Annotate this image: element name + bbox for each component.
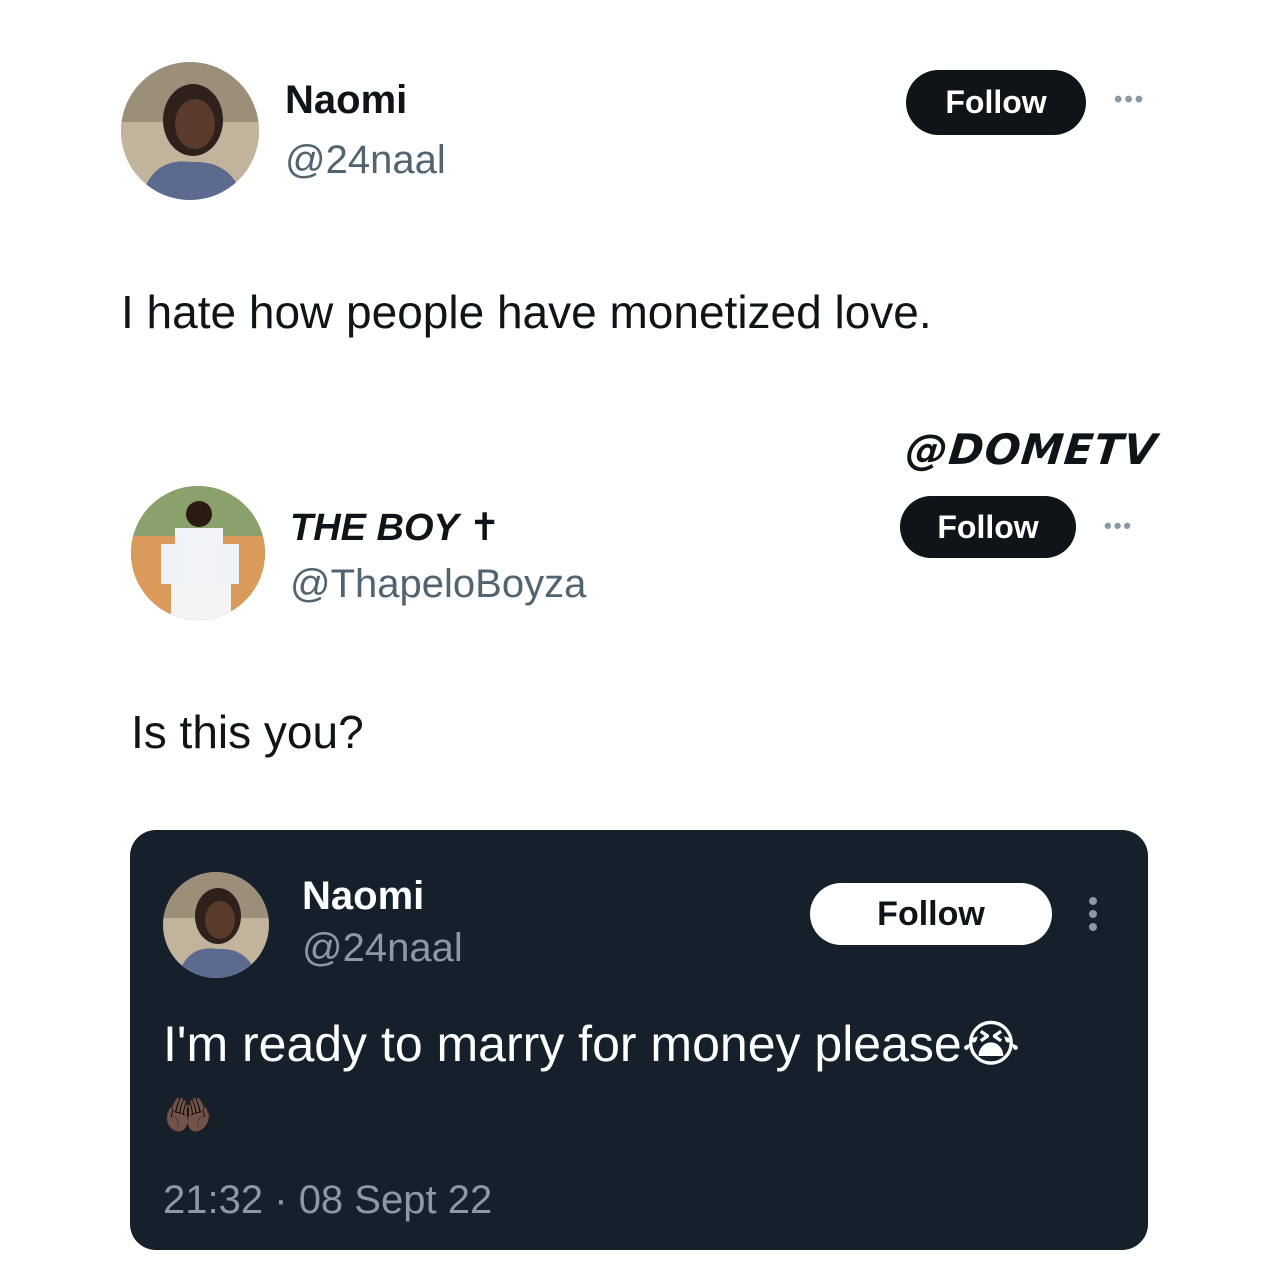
quoted-tweet-text: I'm ready to marry for money please😭 🤲🏿	[163, 1010, 1123, 1150]
quoted-author-handle[interactable]: @24naal	[302, 926, 463, 971]
quoted-timestamp[interactable]: 21:32 · 08 Sept 22	[163, 1178, 492, 1223]
quoted-text-body: I'm ready to marry for money please	[163, 1016, 962, 1072]
palms-up-emoji: 🤲🏿	[163, 1094, 213, 1138]
quoted-date: 08 Sept 22	[298, 1178, 493, 1222]
more-vertical-icon[interactable]	[1088, 896, 1098, 936]
avatar-photo	[163, 872, 269, 978]
quoted-author-name[interactable]: Naomi	[302, 874, 424, 919]
timestamp-separator: ·	[274, 1178, 288, 1222]
watermark-logo: @DOMETV	[903, 425, 1160, 474]
avatar-naomi[interactable]	[121, 62, 259, 200]
tweet1-text: I hate how people have monetized love.	[121, 286, 932, 338]
more-horizontal-icon[interactable]: •••	[1104, 513, 1133, 539]
more-horizontal-icon[interactable]: •••	[1114, 86, 1145, 114]
tweet2-author-handle[interactable]: @ThapeloBoyza	[290, 562, 586, 607]
tweet1-follow-button[interactable]: Follow	[906, 70, 1086, 135]
tweet2-author-name-text: THE BOY	[290, 507, 459, 549]
tweet2-author-name[interactable]: THE BOY ✝	[290, 505, 501, 550]
tweet1-author-handle[interactable]: @24naal	[285, 138, 446, 183]
quoted-tweet-card[interactable]: Naomi @24naal Follow I'm ready to marry …	[130, 830, 1148, 1250]
quoted-follow-button[interactable]: Follow	[810, 883, 1052, 945]
crying-face-emoji: 😭	[961, 1016, 1021, 1072]
avatar-naomi-quoted[interactable]	[163, 872, 269, 978]
cross-icon: ✝	[468, 507, 501, 549]
avatar-photo	[131, 486, 265, 620]
tweet2-text: Is this you?	[131, 706, 364, 758]
avatar-photo	[121, 62, 259, 200]
tweet1-author-name[interactable]: Naomi	[285, 78, 407, 123]
avatar-theboy[interactable]	[131, 486, 265, 620]
tweet2-follow-button[interactable]: Follow	[900, 496, 1076, 558]
quoted-time: 21:32	[163, 1178, 264, 1222]
